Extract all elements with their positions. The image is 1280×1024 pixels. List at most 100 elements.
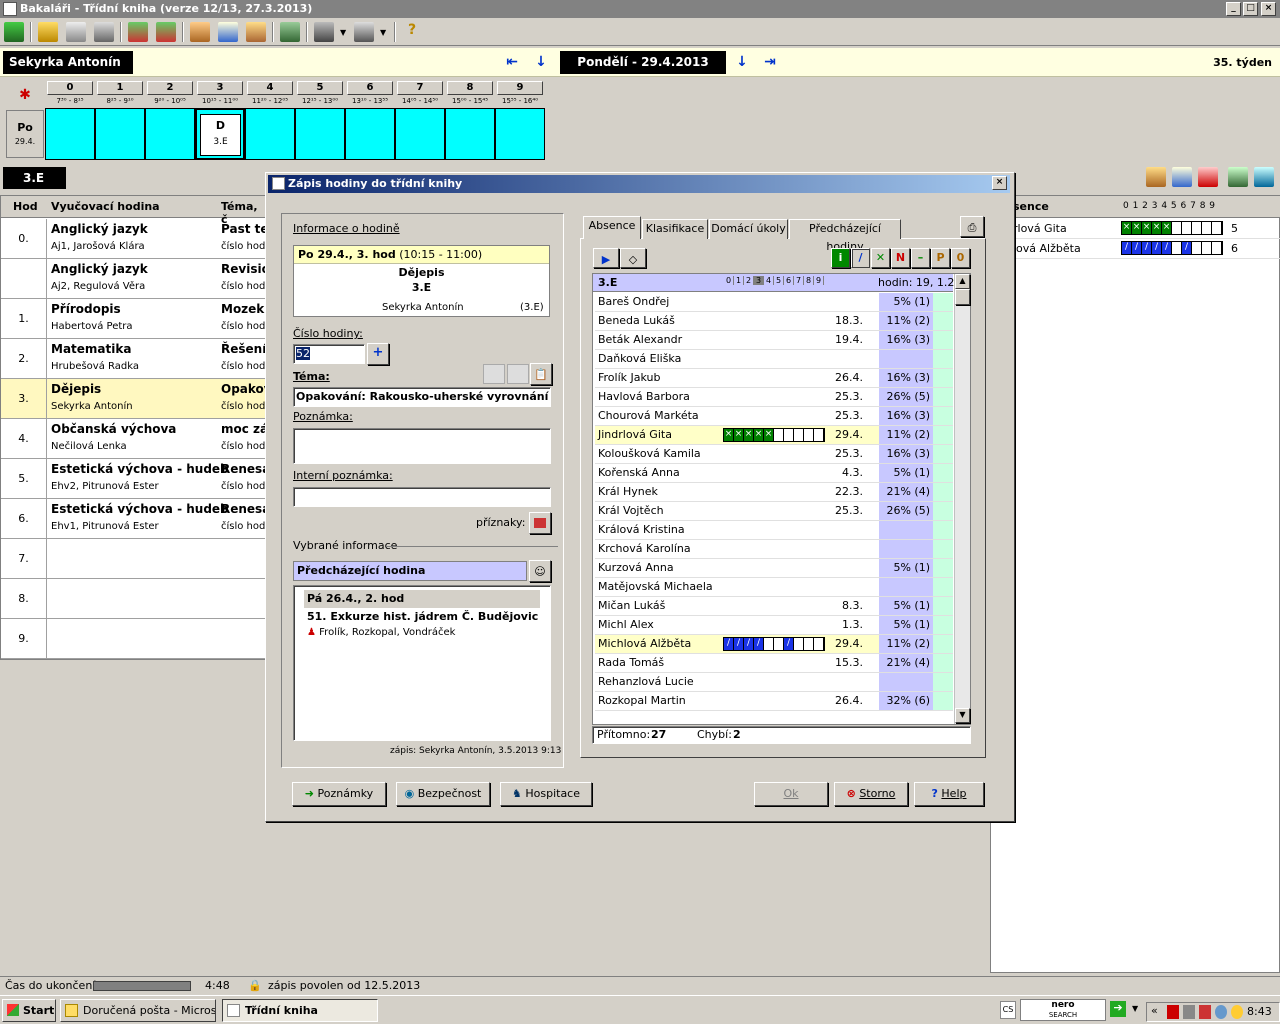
- lesson-row[interactable]: 7.: [1, 539, 267, 579]
- hour-button-4[interactable]: 4: [247, 81, 293, 95]
- network-icon[interactable]: [1183, 1005, 1195, 1019]
- cs-icon[interactable]: CS: [1000, 1001, 1016, 1019]
- hour-button-7[interactable]: 7: [397, 81, 443, 95]
- lesson-row[interactable]: 5. Estetická výchova - hudeb Ehv2, Pitruno…: [1, 459, 270, 499]
- vybrane-select[interactable]: Předcházející hodina: [293, 561, 527, 581]
- student-row[interactable]: Michlová Alžběta / / / // 29.4. 11% (2): [595, 635, 953, 654]
- eraser-icon[interactable]: ◇: [620, 248, 646, 268]
- dropdown-arrow-icon[interactable]: ▼: [340, 28, 346, 37]
- lesson-row[interactable]: 9.: [1, 619, 267, 659]
- x-mark-icon[interactable]: ✕: [871, 248, 890, 268]
- timetable-cell[interactable]: [445, 108, 495, 160]
- hour-button-6[interactable]: 6: [347, 81, 393, 95]
- timetable-cell[interactable]: [345, 108, 395, 160]
- window-titlebar[interactable]: Bakaláři - Třídní kniha (verze 12/13, 27…: [0, 0, 1280, 18]
- task-outlook[interactable]: Doručená pošta - Micros...: [60, 999, 216, 1022]
- student-row[interactable]: Michl Alex 1.3. 5% (1): [595, 616, 953, 635]
- safety-button[interactable]: ◉ Bezpečnost: [396, 782, 490, 806]
- lesson-row[interactable]: 4. Občanská výchova Nečilová Lenka moc zál č…: [1, 419, 272, 459]
- timetable-cell[interactable]: [295, 108, 345, 160]
- student-row[interactable]: Beták Alexandr 19.4. 16% (3): [595, 331, 953, 350]
- interni-input[interactable]: [293, 487, 551, 507]
- tray-expand-icon[interactable]: «: [1151, 1004, 1158, 1017]
- tab-2[interactable]: Domácí úkoly: [709, 219, 788, 239]
- timetable-cell[interactable]: [145, 108, 195, 160]
- hour-button-0[interactable]: 0: [47, 81, 93, 95]
- student-row[interactable]: Král Vojtěch 25.3. 26% (5): [595, 502, 953, 521]
- zero-mark-icon[interactable]: 0: [951, 248, 970, 268]
- student-row[interactable]: Matějovská Michaela: [595, 578, 953, 597]
- dropdown-arrow-icon[interactable]: ▼: [380, 28, 386, 37]
- grid-scrollbar[interactable]: ▲ ▼: [954, 274, 970, 724]
- dropdown-arrow-icon[interactable]: ▼: [1132, 1004, 1138, 1013]
- cut-icon[interactable]: [483, 364, 505, 384]
- ok-button[interactable]: Ok: [754, 782, 828, 806]
- lesson-row[interactable]: 6. Estetická výchova - hudeb Ehv1, Pitruno…: [1, 499, 270, 539]
- dialog-close-button[interactable]: ×: [992, 176, 1007, 190]
- export-icon[interactable]: ⎙: [960, 216, 984, 237]
- flags-icon[interactable]: [529, 512, 551, 534]
- antivirus-icon[interactable]: [1215, 1005, 1227, 1019]
- paste-icon[interactable]: 📋: [530, 363, 552, 385]
- tema-input[interactable]: Opakování: Rakousko-uherské vyrovnání: [293, 387, 551, 407]
- selected-lesson[interactable]: D 3.E: [200, 114, 241, 156]
- student-row[interactable]: Daňková Eliška: [595, 350, 953, 369]
- window-icon[interactable]: [94, 22, 114, 42]
- last-day-icon[interactable]: ⇥: [763, 54, 777, 70]
- close-button[interactable]: ×: [1261, 2, 1276, 16]
- calendar-icon[interactable]: [66, 22, 86, 42]
- hour-button-2[interactable]: 2: [147, 81, 193, 95]
- students-out-icon[interactable]: [156, 22, 176, 42]
- prev-day-icon[interactable]: ↓: [534, 54, 548, 70]
- hour-button-9[interactable]: 9: [497, 81, 543, 95]
- help-button[interactable]: ? Help: [914, 782, 984, 806]
- edit-icon[interactable]: [1146, 167, 1166, 187]
- student-row[interactable]: Chourová Markéta 25.3. 16% (3): [595, 407, 953, 426]
- print-icon[interactable]: [354, 22, 374, 42]
- acrobat-icon[interactable]: [1199, 1005, 1211, 1019]
- add-icon[interactable]: [1172, 167, 1192, 187]
- hour-button-1[interactable]: 1: [97, 81, 143, 95]
- nero-search-box[interactable]: nero SEARCH: [1020, 999, 1106, 1021]
- new-lesson-icon[interactable]: [218, 22, 238, 42]
- select-all-icon[interactable]: ▶: [593, 248, 619, 268]
- student-row[interactable]: Rozkopal Martin 26.4. 32% (6): [595, 692, 953, 711]
- student-row[interactable]: Král Hynek 22.3. 21% (4): [595, 483, 953, 502]
- timetable-cell[interactable]: D 3.E: [195, 108, 245, 160]
- minimize-button[interactable]: _: [1226, 2, 1241, 16]
- absence-row[interactable]: lová Alžběta / / / / // 6: [991, 239, 1280, 259]
- p-mark-icon[interactable]: P: [931, 248, 950, 268]
- inspection-button[interactable]: ♞ Hospitace: [500, 782, 592, 806]
- students-in-icon[interactable]: [128, 22, 148, 42]
- open-folder-icon[interactable]: [38, 22, 58, 42]
- hour-button-8[interactable]: 8: [447, 81, 493, 95]
- timetable-cell[interactable]: [95, 108, 145, 160]
- delete-icon[interactable]: [1198, 167, 1218, 187]
- student-row[interactable]: Kurzová Anna 5% (1): [595, 559, 953, 578]
- slash-mark-icon[interactable]: /: [851, 248, 870, 268]
- hour-button-3[interactable]: 3: [197, 81, 243, 95]
- tab-3[interactable]: Předcházející hodiny: [789, 219, 901, 253]
- clock-icon[interactable]: [1231, 1005, 1243, 1019]
- start-button[interactable]: Start: [2, 999, 56, 1022]
- calculator-icon[interactable]: [314, 22, 334, 42]
- student-row[interactable]: Mičan Lukáš 8.3. 5% (1): [595, 597, 953, 616]
- poznamka-input[interactable]: [293, 428, 551, 464]
- timetable-cell[interactable]: [495, 108, 545, 160]
- next-day-icon[interactable]: ↓: [735, 54, 749, 70]
- info-mark-icon[interactable]: i: [831, 248, 850, 268]
- n-mark-icon[interactable]: N: [891, 248, 910, 268]
- person-icon[interactable]: ☺: [529, 560, 551, 582]
- scroll-down-icon[interactable]: ▼: [955, 708, 970, 723]
- notes-button[interactable]: ➜ Poznámky: [292, 782, 386, 806]
- lesson-row[interactable]: 8.: [1, 579, 267, 619]
- hour-button-5[interactable]: 5: [297, 81, 343, 95]
- first-day-icon[interactable]: ⇤: [505, 54, 519, 70]
- student-row[interactable]: Frolík Jakub 26.4. 16% (3): [595, 369, 953, 388]
- lesson-row[interactable]: 1. Přírodopis Habertová Petra Mozek číslo ho…: [1, 299, 268, 339]
- scroll-thumb[interactable]: [955, 289, 970, 305]
- safety-icon[interactable]: [1254, 167, 1274, 187]
- timetable-cell[interactable]: [245, 108, 295, 160]
- student-row[interactable]: Havlová Barbora 25.3. 26% (5): [595, 388, 953, 407]
- storno-button[interactable]: ⊗ Storno: [834, 782, 908, 806]
